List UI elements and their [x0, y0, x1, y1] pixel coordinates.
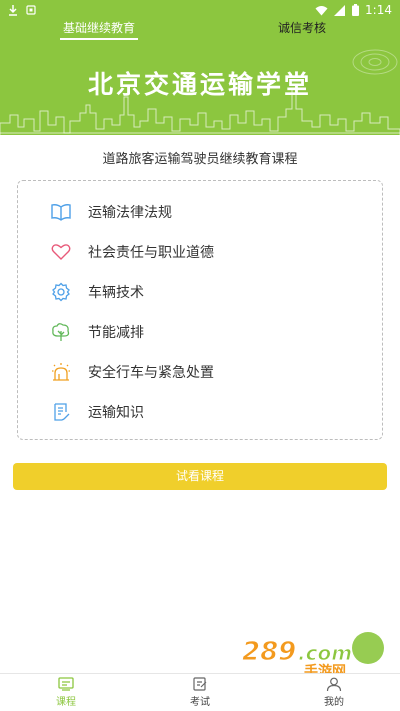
- module-label: 车辆技术: [88, 285, 144, 301]
- status-right: 1:14: [315, 3, 392, 17]
- bottom-navigation: 课程 考试 我的: [0, 673, 400, 711]
- status-left: [8, 4, 36, 16]
- bottom-tab-course[interactable]: 课程: [36, 677, 96, 708]
- bottom-tab-label: 课程: [56, 697, 76, 708]
- module-label: 社会责任与职业道德: [88, 245, 214, 261]
- bottom-tab-exam[interactable]: 考试: [170, 677, 230, 708]
- trial-course-button[interactable]: 试看课程: [13, 463, 387, 490]
- module-label: 运输知识: [88, 405, 144, 421]
- module-label: 运输法律法规: [88, 205, 172, 221]
- tree-icon: [50, 321, 72, 343]
- course-subtitle: 道路旅客运输驾驶员继续教育课程: [102, 152, 298, 167]
- bottom-tab-label: 考试: [190, 697, 210, 708]
- module-item-social-responsibility[interactable]: 社会责任与职业道德: [50, 241, 214, 263]
- wifi-icon: [315, 5, 328, 15]
- clock: 1:14: [365, 3, 392, 17]
- tab-label: 诚信考核: [277, 21, 326, 35]
- module-label: 节能减排: [88, 325, 144, 341]
- tab-integrity-assessment[interactable]: 诚信考核: [274, 20, 330, 40]
- book-icon: [50, 201, 72, 223]
- city-skyline-illustration: [0, 88, 400, 135]
- heart-icon: [50, 241, 72, 263]
- document-icon: [50, 401, 72, 423]
- tab-basic-education[interactable]: 基础继续教育: [60, 20, 138, 40]
- header-banner: 北京交通运输学堂: [0, 40, 400, 135]
- module-item-transport-law[interactable]: 运输法律法规: [50, 201, 172, 223]
- notification-icon: [26, 5, 36, 15]
- download-icon: [9, 5, 17, 16]
- module-item-safe-driving[interactable]: 安全行车与紧急处置: [50, 361, 214, 383]
- svg-text:289: 289: [242, 637, 296, 667]
- gear-icon: [50, 281, 72, 303]
- tab-label: 基础继续教育: [62, 21, 135, 35]
- signal-icon: [334, 4, 346, 16]
- module-label: 安全行车与紧急处置: [88, 365, 214, 381]
- bottom-tab-label: 我的: [324, 697, 344, 708]
- module-list-card: 运输法律法规 社会责任与职业道德 车辆技术 节能减排 安全行车与紧急处置 运输知…: [17, 180, 383, 440]
- top-tabs: 基础继续教育 诚信考核: [0, 20, 400, 40]
- exam-icon: [193, 677, 207, 691]
- status-bar: 1:14: [0, 0, 400, 20]
- app-root: 1:14 基础继续教育 诚信考核 北京交通运输学堂 道路旅客运输驾驶员继续教育课…: [0, 0, 400, 711]
- module-item-transport-knowledge[interactable]: 运输知识: [50, 401, 144, 423]
- bottom-tab-profile[interactable]: 我的: [304, 677, 364, 708]
- alarm-icon: [50, 361, 72, 383]
- battery-icon: [352, 4, 360, 16]
- module-item-vehicle-technology[interactable]: 车辆技术: [50, 281, 144, 303]
- module-item-energy-saving[interactable]: 节能减排: [50, 321, 144, 343]
- course-icon: [58, 677, 74, 691]
- profile-icon: [326, 677, 342, 691]
- svg-text:.com: .com: [298, 641, 352, 665]
